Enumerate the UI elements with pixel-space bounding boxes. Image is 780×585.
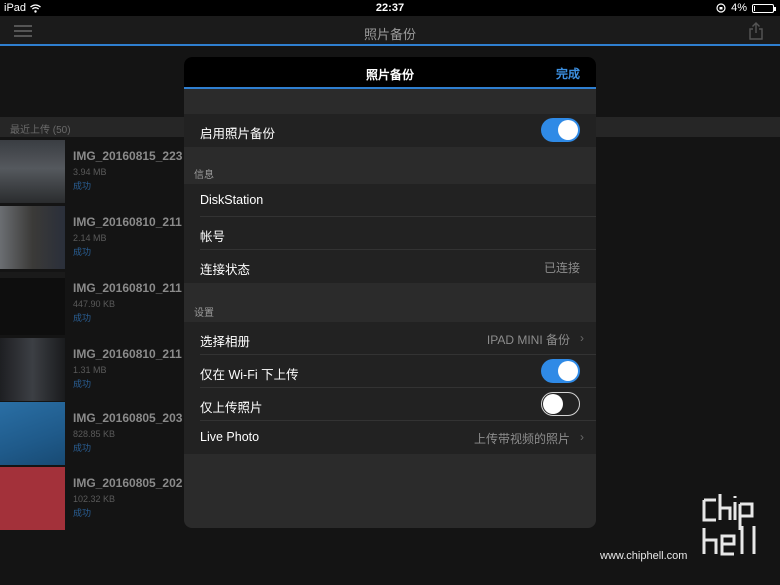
connection-row: 连接状态 已连接 (184, 250, 596, 283)
photos-only-label: 仅上传照片 (200, 401, 263, 415)
photos-only-row: 仅上传照片 (184, 388, 596, 421)
album-value: IPAD MINI 备份 (486, 333, 570, 347)
list-item[interactable]: IMG_20160805_203 828.85 KB 成功 (0, 401, 200, 465)
file-name: IMG_20160805_202 (73, 476, 183, 490)
status-bar: iPad 22:37 4% (0, 0, 780, 16)
account-row[interactable]: 帐号 (184, 217, 596, 250)
battery-percent: 4% (731, 2, 747, 14)
file-name: IMG_20160810_211 (73, 215, 182, 229)
thumbnail (0, 338, 65, 401)
photo-backup-modal: 照片备份 完成 启用照片备份 信息 DiskStation 帐号 连接状态 已连… (184, 57, 596, 528)
thumbnail (0, 272, 65, 335)
watermark-url: www.chiphell.com (600, 550, 688, 562)
upload-status: 成功 (73, 181, 92, 191)
account-label: 帐号 (200, 230, 226, 244)
file-name: IMG_20160815_223 (73, 149, 183, 163)
server-name: DiskStation (200, 193, 264, 207)
modal-header: 照片备份 完成 (184, 57, 596, 89)
album-label: 选择相册 (200, 335, 251, 349)
toggle-knob (558, 361, 578, 381)
thumbnail (0, 402, 65, 465)
connection-value: 已连接 (543, 261, 580, 275)
list-item[interactable]: IMG_20160815_223 3.94 MB 成功 (0, 139, 200, 203)
toggle-knob (558, 120, 578, 140)
file-name: IMG_20160810_211 (73, 347, 182, 361)
list-item[interactable]: IMG_20160805_202 102.32 KB 成功 (0, 466, 200, 530)
connection-label: 连接状态 (200, 263, 251, 277)
enable-backup-label: 启用照片备份 (200, 127, 276, 141)
list-item[interactable]: IMG_20160810_211 447.90 KB 成功 (0, 271, 200, 335)
settings-section-header: 设置 (194, 308, 214, 319)
photos-only-toggle[interactable] (541, 392, 580, 416)
chevron-right-icon: › (580, 430, 584, 444)
file-size: 828.85 KB (73, 429, 116, 439)
file-name: IMG_20160805_203 (73, 411, 183, 425)
live-photo-label: Live Photo (200, 430, 260, 444)
list-item[interactable]: IMG_20160810_211 1.31 MB 成功 (0, 337, 200, 401)
wifi-only-toggle[interactable] (541, 359, 580, 383)
file-size: 102.32 KB (73, 494, 116, 504)
modal-title: 照片备份 (365, 68, 414, 82)
upload-status: 成功 (73, 379, 92, 389)
album-row[interactable]: 选择相册 IPAD MINI 备份 › (184, 322, 596, 355)
file-size: 3.94 MB (73, 167, 107, 177)
server-row: DiskStation (184, 184, 596, 217)
status-time: 22:37 (375, 2, 405, 14)
file-size: 447.90 KB (73, 299, 116, 309)
battery-icon (752, 3, 776, 13)
enable-backup-row: 启用照片备份 (184, 114, 596, 147)
upload-status: 成功 (73, 508, 92, 518)
battery-fill (754, 5, 755, 11)
info-section-header: 信息 (194, 170, 214, 181)
wifi-only-row: 仅在 Wi-Fi 下上传 (184, 355, 596, 388)
share-icon[interactable] (748, 22, 764, 40)
live-photo-row[interactable]: Live Photo 上传带视频的照片 › (184, 421, 596, 454)
file-size: 1.31 MB (73, 365, 107, 375)
nav-title: 照片备份 (363, 27, 416, 42)
file-size: 2.14 MB (73, 233, 107, 243)
chevron-right-icon: › (580, 331, 584, 345)
done-button[interactable]: 完成 (556, 65, 580, 82)
upload-status: 成功 (73, 443, 92, 453)
upload-status: 成功 (73, 313, 92, 323)
list-item[interactable]: IMG_20160810_211 2.14 MB 成功 (0, 205, 200, 269)
thumbnail (0, 206, 65, 269)
file-name: IMG_20160810_211 (73, 281, 182, 295)
wifi-only-label: 仅在 Wi-Fi 下上传 (200, 368, 299, 382)
status-bar-right: 4% (716, 2, 776, 14)
nav-bar: 照片备份 (0, 16, 780, 46)
live-photo-value: 上传带视频的照片 (473, 432, 570, 446)
thumbnail (0, 140, 65, 203)
thumbnail (0, 467, 65, 530)
enable-backup-toggle[interactable] (541, 118, 580, 142)
upload-status: 成功 (73, 247, 92, 257)
chiphell-logo (702, 494, 756, 556)
toggle-knob (543, 393, 563, 414)
rotation-lock-icon (716, 3, 726, 13)
